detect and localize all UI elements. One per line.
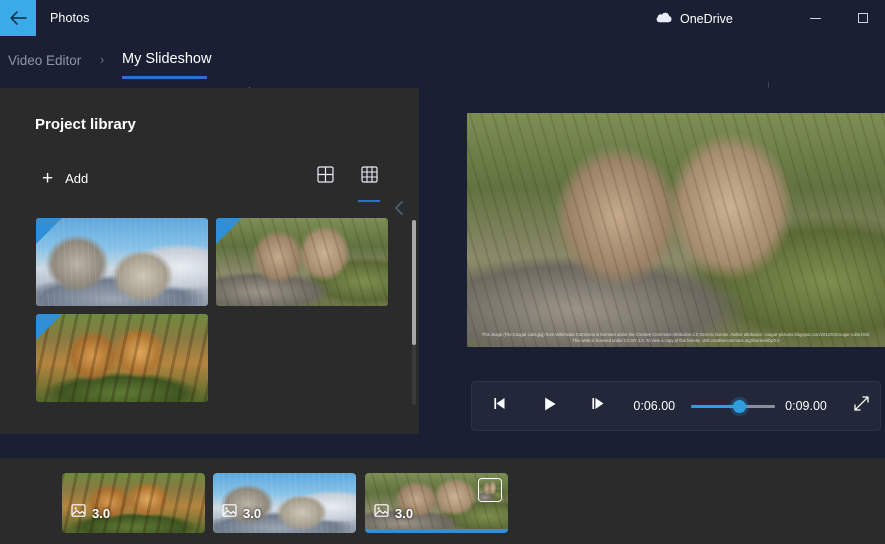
- plus-icon: +: [42, 169, 53, 188]
- selected-corner-marker: [36, 218, 62, 244]
- onedrive-status[interactable]: OneDrive: [655, 9, 733, 29]
- grid-large-icon: [317, 166, 334, 188]
- app-title: Photos: [50, 11, 90, 25]
- image-icon: [222, 503, 237, 523]
- preview-pane: This image (File:Cougar cubs.jpg) from W…: [419, 88, 885, 458]
- clip-duration: 3.0: [222, 503, 261, 523]
- project-library-panel: Project library + Add: [0, 88, 419, 434]
- library-scrollbar-thumb[interactable]: [412, 220, 416, 345]
- clip-duration: 3.0: [374, 503, 413, 523]
- fullscreen-button[interactable]: [843, 386, 880, 426]
- slider-handle[interactable]: [733, 400, 746, 413]
- clip-duration: 3.0: [71, 503, 110, 523]
- clip-duration-value: 3.0: [395, 506, 413, 521]
- collapse-library-button[interactable]: [384, 195, 414, 225]
- preview-texture: [467, 113, 885, 347]
- library-item-0[interactable]: [36, 218, 208, 306]
- project-name-underline: [122, 76, 207, 79]
- expand-icon: [853, 395, 870, 417]
- add-media-label: Add: [65, 171, 88, 186]
- previous-frame-icon: [492, 396, 509, 416]
- play-button[interactable]: [531, 386, 568, 426]
- grid-small-icon: [361, 166, 378, 188]
- timeline-clip-2[interactable]: 3.0: [365, 473, 508, 533]
- badge-thumbnail: [479, 479, 501, 501]
- selected-corner-marker: [216, 218, 242, 244]
- current-time-label: 0:06.00: [633, 399, 675, 413]
- view-large-grid-button[interactable]: [310, 160, 340, 194]
- timeline-clip-1[interactable]: 3.0: [213, 473, 356, 533]
- maximize-icon: [858, 13, 868, 23]
- view-small-grid-active-underline: [358, 200, 380, 202]
- clip-duration-value: 3.0: [243, 506, 261, 521]
- minimize-icon: [810, 18, 821, 19]
- clip-options-badge[interactable]: [478, 478, 502, 502]
- selected-corner-marker: [36, 314, 62, 340]
- library-item-2[interactable]: [36, 314, 208, 402]
- video-preview[interactable]: This image (File:Cougar cubs.jpg) from W…: [467, 113, 885, 347]
- project-name[interactable]: My Slideshow: [122, 51, 211, 67]
- playback-progress-slider[interactable]: [691, 396, 769, 416]
- cloud-icon: [655, 10, 673, 28]
- breadcrumb-video-editor[interactable]: Video Editor: [8, 53, 81, 68]
- onedrive-label: OneDrive: [680, 12, 733, 26]
- command-bar: Video Editor › My Slideshow: [0, 36, 885, 88]
- clip-selected-indicator: [365, 529, 508, 533]
- breadcrumb-separator: ›: [100, 52, 104, 67]
- storyboard-timeline: 3.0 3.0: [0, 458, 885, 544]
- title-bar: Photos OneDrive: [0, 0, 885, 36]
- library-view-toggles: [310, 160, 384, 194]
- next-frame-icon: [590, 396, 607, 416]
- minimize-button[interactable]: [793, 0, 838, 36]
- total-time-label: 0:09.00: [785, 399, 827, 413]
- image-icon: [374, 503, 389, 523]
- slider-fill: [691, 405, 739, 408]
- photos-video-editor-window: Photos OneDrive Video Editor › My Slides…: [0, 0, 885, 544]
- library-item-1[interactable]: [216, 218, 388, 306]
- project-library-title: Project library: [35, 116, 136, 133]
- chevron-left-icon: [393, 200, 406, 221]
- previous-frame-button[interactable]: [482, 386, 519, 426]
- image-attribution-caption: This image (File:Cougar cubs.jpg) from W…: [467, 332, 885, 344]
- clip-duration-value: 3.0: [92, 506, 110, 521]
- timeline-clip-0[interactable]: 3.0: [62, 473, 205, 533]
- back-button[interactable]: [0, 0, 36, 36]
- back-arrow-icon: [10, 11, 27, 25]
- maximize-button[interactable]: [840, 0, 885, 36]
- play-icon: [542, 396, 558, 417]
- view-small-grid-button[interactable]: [354, 160, 384, 194]
- add-media-button[interactable]: + Add: [42, 162, 88, 194]
- image-icon: [71, 503, 86, 523]
- next-frame-button[interactable]: [580, 386, 617, 426]
- library-thumbnail-grid: [36, 218, 388, 408]
- playback-controls: 0:06.00 0:09.00: [471, 381, 881, 431]
